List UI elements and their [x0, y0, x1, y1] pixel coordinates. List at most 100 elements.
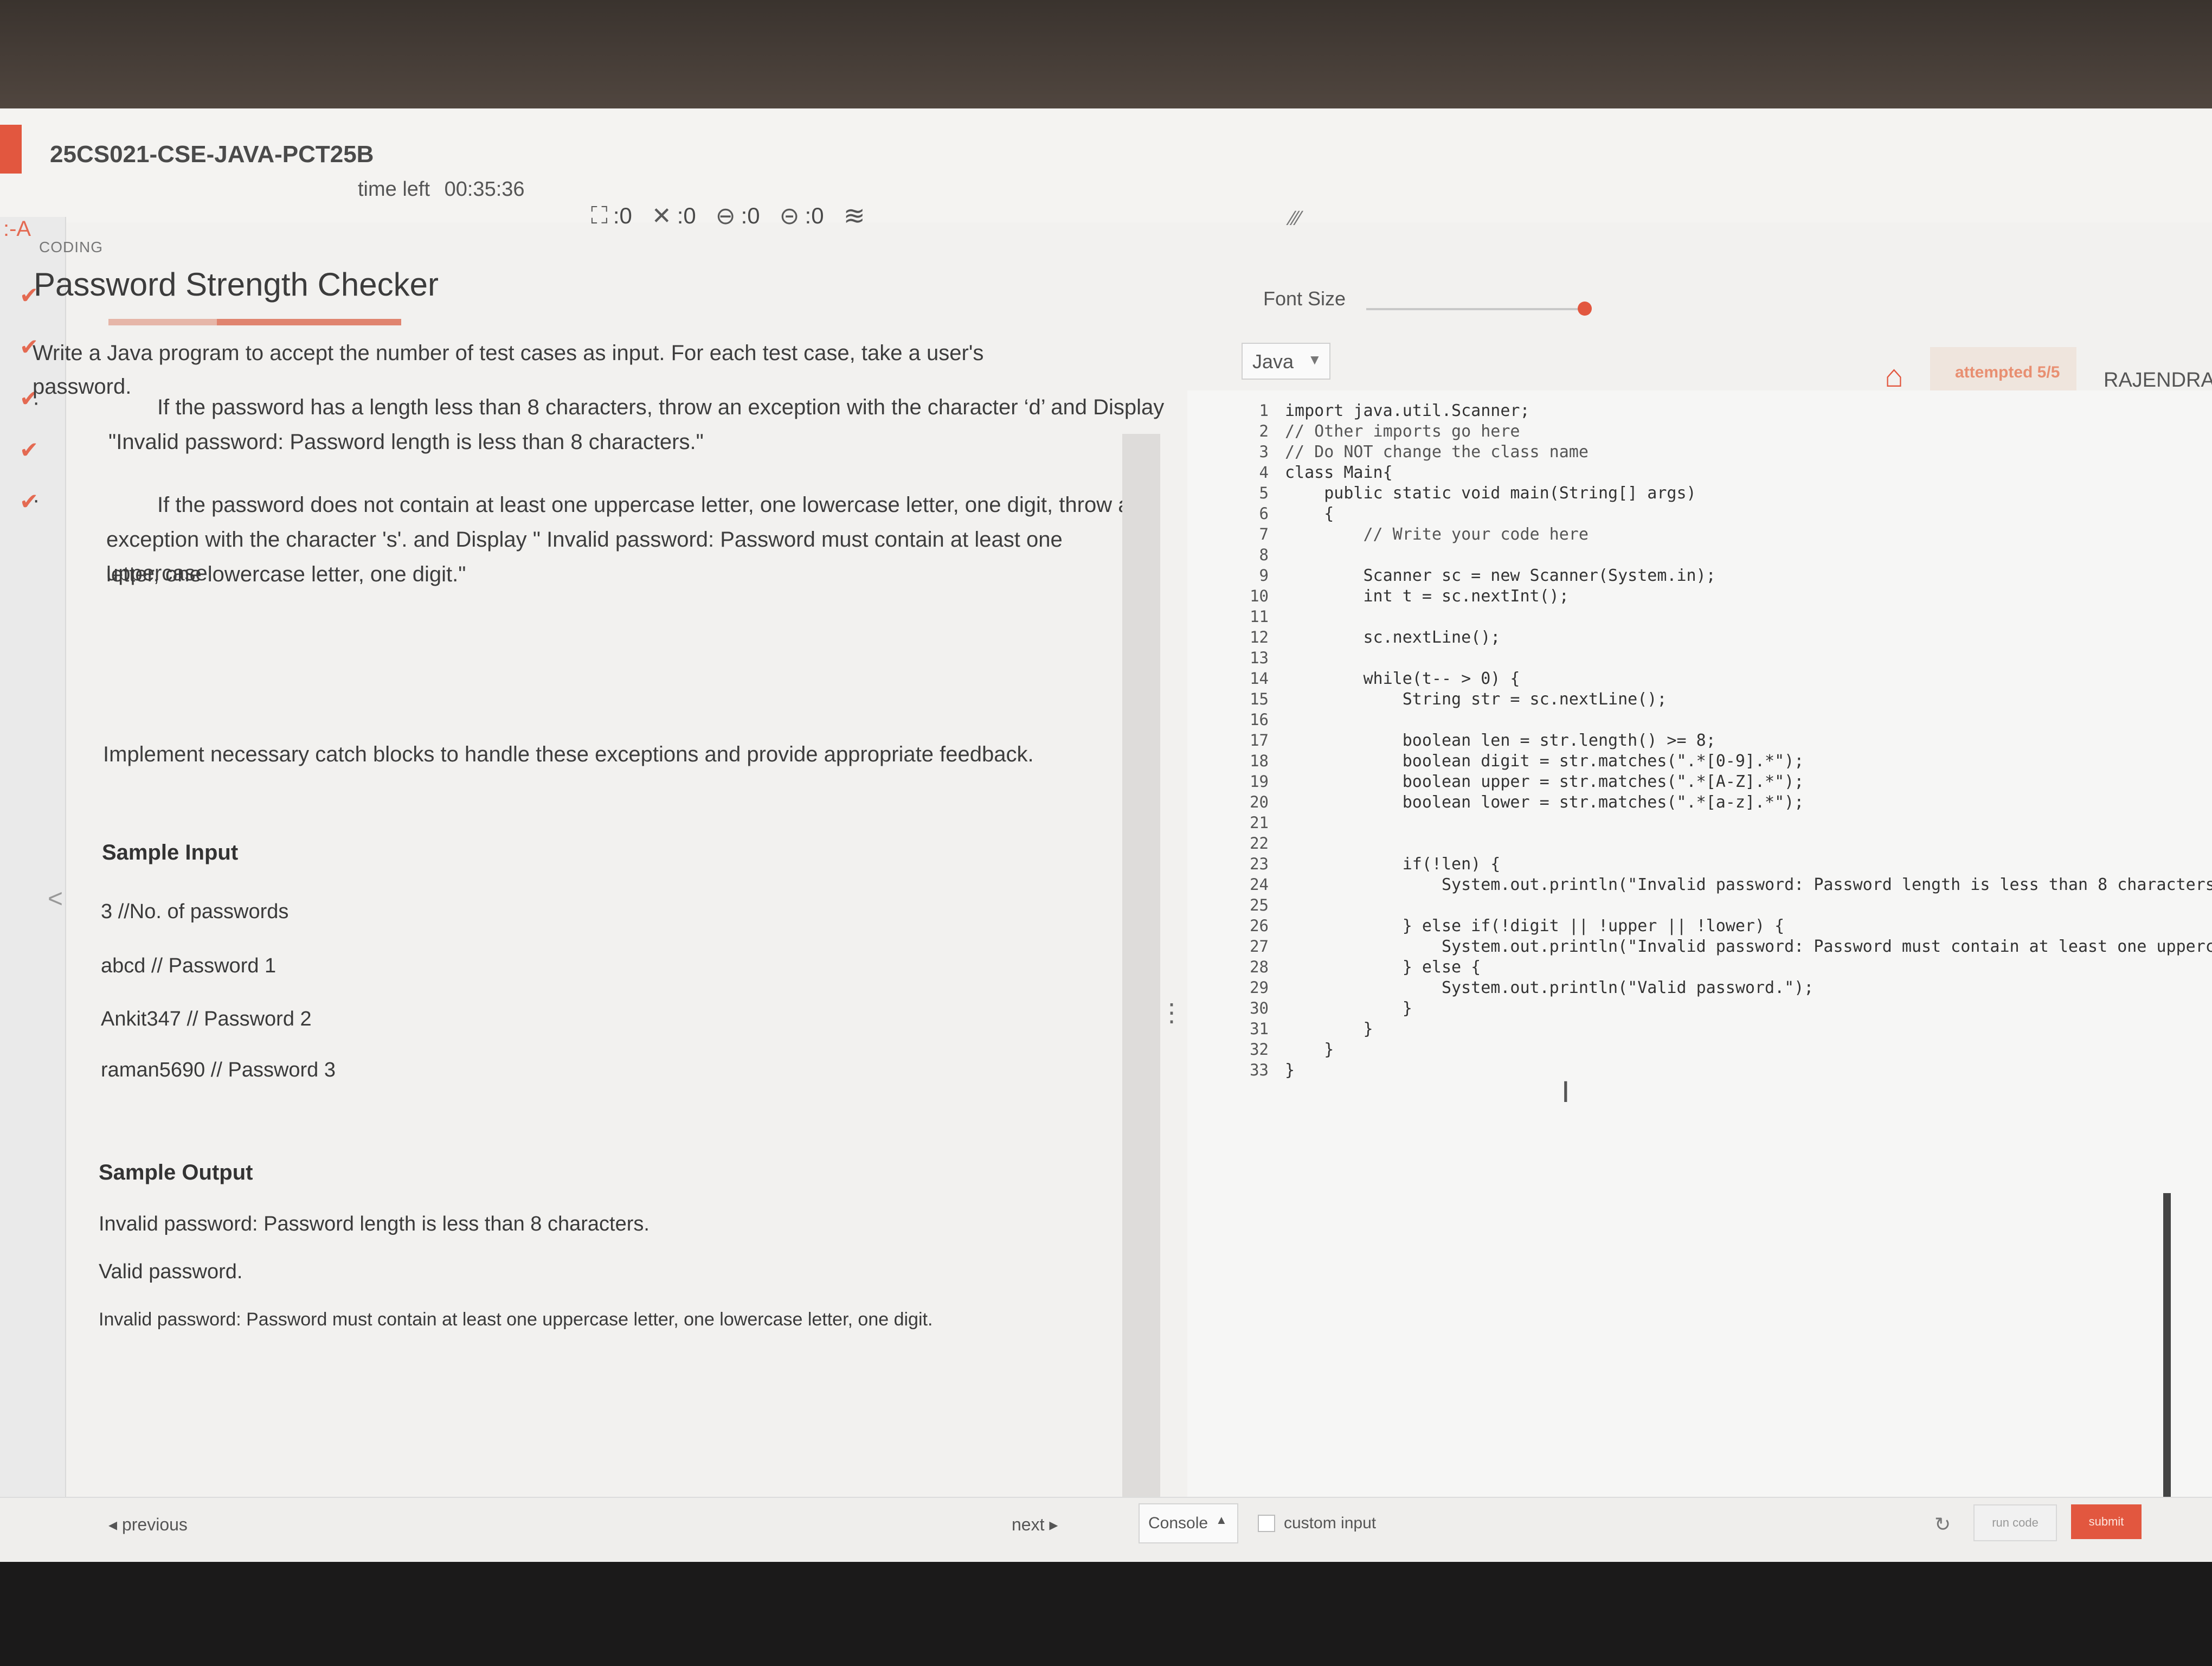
line-number: 23 — [1250, 855, 1269, 873]
code-line: boolean upper = str.matches(".*[A-Z].*")… — [1285, 772, 1804, 791]
collapse-panel-icon[interactable]: < — [48, 884, 63, 914]
line-number: 8 — [1259, 546, 1269, 564]
proctor-stats: ⛶ :0 ✕ :0 ⊖ :0 ⊝ :0 ≋ — [591, 201, 865, 231]
line-number: 15 — [1250, 690, 1269, 708]
time-left-label: time left — [358, 178, 430, 201]
splitter-handle-icon[interactable]: ⋮ — [1159, 998, 1184, 1027]
line-number: 31 — [1250, 1020, 1269, 1038]
code-line: if(!len) { — [1285, 855, 1501, 874]
wifi-icon: ≋ — [843, 202, 865, 230]
code-line: import java.util.Scanner; — [1285, 401, 1530, 420]
line-number: 24 — [1250, 875, 1269, 894]
bullet2-line1: If the password does not contain at leas… — [157, 493, 1142, 517]
code-line: } else { — [1285, 958, 1481, 977]
stat-fullscreen-enter: ⛶ :0 — [591, 202, 632, 229]
caret-left-icon: ◂ — [108, 1515, 118, 1534]
code-line: { — [1285, 504, 1334, 523]
line-number: 26 — [1250, 917, 1269, 935]
user-name: RAJENDRA C — [2104, 369, 2212, 392]
editor-scrollbar[interactable] — [2163, 1193, 2171, 1529]
code-line: } — [1285, 1020, 1373, 1039]
line-number: 13 — [1250, 649, 1269, 667]
custom-input-checkbox[interactable] — [1258, 1515, 1275, 1532]
language-select[interactable]: Java ▼ — [1242, 343, 1330, 380]
fullscreen-enter-icon: ⛶ — [591, 202, 608, 229]
bullet1-line1: If the password has a length less than 8… — [157, 395, 1165, 419]
sample-input-line: abcd // Password 1 — [101, 954, 276, 977]
stat-value: :0 — [613, 203, 632, 228]
stat-value: :0 — [741, 203, 760, 228]
implement-text: Implement necessary catch blocks to hand… — [103, 742, 1034, 766]
font-size-slider[interactable] — [1366, 308, 1589, 310]
stat-value: :0 — [677, 203, 696, 228]
reset-icon[interactable]: ↻ — [1934, 1513, 1951, 1536]
line-number: 18 — [1250, 752, 1269, 770]
stat-tab-in: ⊖ :0 — [716, 202, 760, 230]
code-line: boolean lower = str.matches(".*[a-z].*")… — [1285, 793, 1804, 812]
question-title: Password Strength Checker — [34, 266, 439, 303]
line-number: 19 — [1250, 772, 1269, 791]
home-icon[interactable]: ⌂ — [1885, 358, 1904, 394]
code-line: // Write your code here — [1285, 525, 1589, 544]
line-number: 30 — [1250, 999, 1269, 1017]
run-code-button[interactable]: run code — [1973, 1504, 2057, 1541]
code-line: } — [1285, 999, 1412, 1018]
sample-input-line: raman5690 // Password 3 — [101, 1059, 336, 1081]
test-name: 25CS021-CSE-JAVA-PCT25B — [50, 141, 374, 168]
line-number: 6 — [1259, 504, 1269, 523]
console-toggle[interactable]: Console ▲ — [1139, 1503, 1238, 1543]
drag-handle-icon[interactable]: ⁄⁄⁄ — [1290, 207, 1301, 230]
line-number: 10 — [1250, 587, 1269, 605]
nav-question-4[interactable]: ✔ — [0, 437, 60, 469]
stat-value: :0 — [805, 203, 824, 228]
stat-tab-out: ⊝ :0 — [780, 202, 824, 230]
line-number: 7 — [1259, 525, 1269, 543]
panel-splitter[interactable] — [1122, 434, 1160, 1551]
line-number: 2 — [1259, 422, 1269, 440]
code-line: public static void main(String[] args) — [1285, 484, 1696, 503]
language-value: Java — [1252, 350, 1294, 373]
previous-button[interactable]: ◂ previous — [108, 1514, 188, 1535]
line-number: 22 — [1250, 834, 1269, 853]
code-line: while(t-- > 0) { — [1285, 669, 1520, 688]
line-number: 4 — [1259, 463, 1269, 482]
font-size-label: Font Size — [1263, 287, 1346, 310]
line-number: 12 — [1250, 628, 1269, 646]
code-line: sc.nextLine(); — [1285, 628, 1501, 647]
tab-switch-out-icon: ⊝ — [779, 202, 800, 229]
code-line: Scanner sc = new Scanner(System.in); — [1285, 566, 1716, 585]
bottom-bar — [0, 1497, 2212, 1562]
line-number: 14 — [1250, 669, 1269, 688]
line-number: 17 — [1250, 731, 1269, 749]
line-number: 28 — [1250, 958, 1269, 976]
code-line: } else if(!digit || !upper || !lower) { — [1285, 917, 1785, 935]
app-logo — [0, 125, 22, 174]
sample-output-heading: Sample Output — [99, 1161, 253, 1184]
code-line: int t = sc.nextInt(); — [1285, 587, 1569, 606]
line-number: 20 — [1250, 793, 1269, 811]
code-line: } — [1285, 1040, 1334, 1059]
bullet1-line2: "Invalid password: Password length is le… — [108, 430, 704, 454]
sample-input-line: Ankit347 // Password 2 — [101, 1008, 312, 1030]
check-icon: ✔ — [20, 437, 39, 463]
sample-output-line: Valid password. — [99, 1260, 243, 1283]
custom-input-toggle[interactable]: custom input — [1258, 1514, 1376, 1533]
code-line: boolean len = str.length() >= 8; — [1285, 731, 1716, 750]
line-number: 27 — [1250, 937, 1269, 956]
fullscreen-exit-icon: ✕ — [651, 202, 672, 229]
code-line: class Main{ — [1285, 463, 1393, 482]
line-number: 1 — [1259, 401, 1269, 420]
submit-button[interactable]: submit — [2071, 1504, 2142, 1539]
line-number: 25 — [1250, 896, 1269, 914]
line-number: 5 — [1259, 484, 1269, 502]
sample-input-line: 3 //No. of passwords — [101, 900, 289, 923]
code-line: boolean digit = str.matches(".*[0-9].*")… — [1285, 752, 1804, 771]
next-button[interactable]: next ▸ — [1012, 1514, 1058, 1535]
title-underline-light — [108, 319, 217, 325]
section-label: :-A — [3, 217, 31, 241]
font-size-slider-knob[interactable] — [1578, 302, 1592, 316]
console-label: Console — [1148, 1514, 1208, 1532]
nav-question-5[interactable]: ✔ — [0, 488, 60, 521]
chevron-down-icon: ▼ — [1308, 351, 1322, 368]
line-number: 29 — [1250, 978, 1269, 997]
